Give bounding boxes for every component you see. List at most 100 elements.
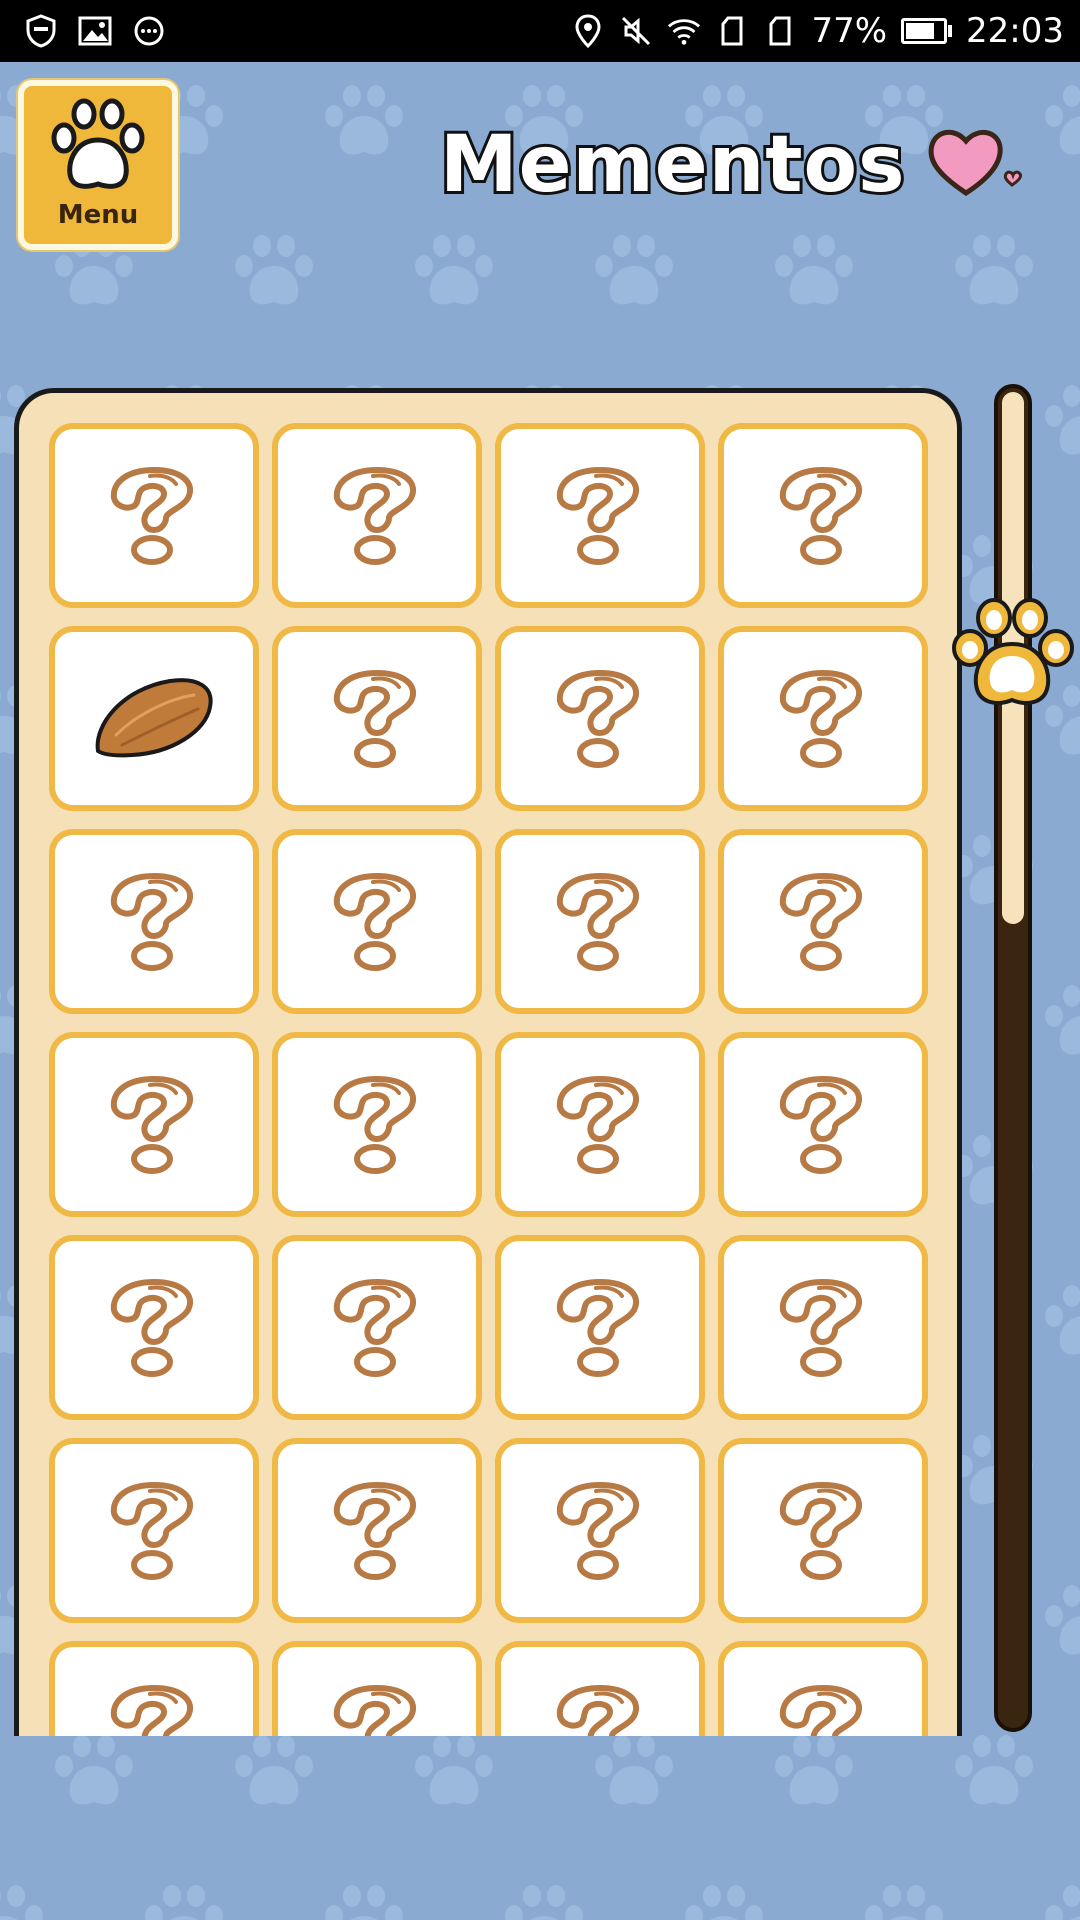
- question-mark-icon: [552, 665, 648, 773]
- status-bar: 77% 22:03: [0, 0, 1080, 62]
- question-mark-icon: [329, 1680, 425, 1736]
- memento-slot-locked[interactable]: [495, 626, 705, 811]
- memento-slot-locked[interactable]: [718, 1641, 928, 1736]
- memento-slot-locked[interactable]: [495, 423, 705, 608]
- memento-slot-locked[interactable]: [495, 1032, 705, 1217]
- background-paw-icon: [1040, 1882, 1080, 1920]
- memento-slot-locked[interactable]: [272, 1032, 482, 1217]
- background-paw-icon: [410, 232, 500, 316]
- question-mark-icon: [329, 462, 425, 570]
- question-mark-icon: [552, 1477, 648, 1585]
- question-mark-icon: [329, 868, 425, 976]
- question-mark-icon: [329, 1071, 425, 1179]
- background-paw-icon: [320, 82, 410, 166]
- question-mark-icon: [775, 868, 871, 976]
- background-paw-icon: [0, 1882, 50, 1920]
- memento-slot-locked[interactable]: [495, 829, 705, 1014]
- page-title: Mementos: [437, 117, 908, 213]
- background-paw-icon: [410, 1732, 500, 1816]
- memento-slot-locked[interactable]: [49, 1438, 259, 1623]
- paw-icon: [42, 86, 154, 200]
- question-mark-icon: [775, 665, 871, 773]
- almond-icon: [92, 675, 216, 763]
- battery-icon: [901, 18, 953, 44]
- question-mark-icon: [106, 1274, 202, 1382]
- menu-label: Menu: [57, 200, 139, 230]
- memento-slot-locked[interactable]: [718, 626, 928, 811]
- question-mark-icon: [329, 665, 425, 773]
- question-mark-icon: [329, 1477, 425, 1585]
- gallery-icon: [78, 14, 112, 48]
- question-mark-icon: [106, 1680, 202, 1736]
- memento-slot-almond[interactable]: [49, 626, 259, 811]
- background-paw-icon: [1040, 982, 1080, 1066]
- memento-slot-locked[interactable]: [272, 1641, 482, 1736]
- question-mark-icon: [552, 1071, 648, 1179]
- memento-slot-locked[interactable]: [272, 1438, 482, 1623]
- background-paw-icon: [140, 1882, 230, 1920]
- sim1-icon: [715, 14, 749, 48]
- memento-slot-locked[interactable]: [718, 423, 928, 608]
- background-paw-icon: [230, 1732, 320, 1816]
- memento-slot-locked[interactable]: [49, 1641, 259, 1736]
- background-paw-icon: [590, 1732, 680, 1816]
- question-mark-icon: [106, 462, 202, 570]
- background-paw-icon: [590, 232, 680, 316]
- question-mark-icon: [552, 462, 648, 570]
- memento-slot-locked[interactable]: [49, 1032, 259, 1217]
- menu-button[interactable]: Menu: [18, 80, 178, 250]
- memento-slot-locked[interactable]: [718, 829, 928, 1014]
- location-icon: [571, 14, 605, 48]
- memento-slot-locked[interactable]: [272, 1235, 482, 1420]
- question-mark-icon: [552, 868, 648, 976]
- background-paw-icon: [320, 1882, 410, 1920]
- background-paw-icon: [1040, 1282, 1080, 1366]
- paw-thumb-icon: [952, 598, 1074, 705]
- sim2-icon: [763, 14, 797, 48]
- background-paw-icon: [860, 1882, 950, 1920]
- memento-slot-locked[interactable]: [272, 423, 482, 608]
- question-mark-icon: [552, 1274, 648, 1382]
- background-paw-icon: [770, 1732, 860, 1816]
- question-mark-icon: [775, 1274, 871, 1382]
- battery-percent: 77%: [811, 11, 888, 51]
- background-paw-icon: [950, 1732, 1040, 1816]
- question-mark-icon: [775, 1477, 871, 1585]
- title-wrap: Mementos: [437, 117, 1036, 213]
- memento-slot-locked[interactable]: [718, 1032, 928, 1217]
- scrollbar-track[interactable]: [994, 384, 1032, 1732]
- background-paw-icon: [680, 1882, 770, 1920]
- question-mark-icon: [106, 1071, 202, 1179]
- background-paw-icon: [1040, 1582, 1080, 1666]
- memento-slot-locked[interactable]: [272, 626, 482, 811]
- wifi-icon: [667, 14, 701, 48]
- mementos-grid: [49, 423, 928, 1736]
- memento-slot-locked[interactable]: [272, 829, 482, 1014]
- scrollbar-paw-thumb[interactable]: [948, 592, 1080, 716]
- mementos-panel: [14, 388, 962, 1736]
- memento-slot-locked[interactable]: [49, 423, 259, 608]
- question-mark-icon: [106, 868, 202, 976]
- memento-slot-locked[interactable]: [718, 1235, 928, 1420]
- heart-icon: [926, 123, 1036, 207]
- clock: 22:03: [966, 11, 1064, 51]
- question-mark-icon: [552, 1680, 648, 1736]
- memento-slot-locked[interactable]: [495, 1235, 705, 1420]
- shield-icon: [24, 14, 58, 48]
- memento-slot-locked[interactable]: [495, 1641, 705, 1736]
- memento-slot-locked[interactable]: [49, 829, 259, 1014]
- background-paw-icon: [1040, 382, 1080, 466]
- question-mark-icon: [329, 1274, 425, 1382]
- memento-slot-locked[interactable]: [495, 1438, 705, 1623]
- memento-slot-locked[interactable]: [49, 1235, 259, 1420]
- background-paw-icon: [500, 1882, 590, 1920]
- background-paw-icon: [950, 232, 1040, 316]
- question-mark-icon: [775, 1680, 871, 1736]
- memento-slot-locked[interactable]: [718, 1438, 928, 1623]
- background-paw-icon: [1040, 82, 1080, 166]
- chat-icon: [132, 14, 166, 48]
- mute-icon: [619, 14, 653, 48]
- background-paw-icon: [770, 232, 860, 316]
- question-mark-icon: [775, 1071, 871, 1179]
- question-mark-icon: [106, 1477, 202, 1585]
